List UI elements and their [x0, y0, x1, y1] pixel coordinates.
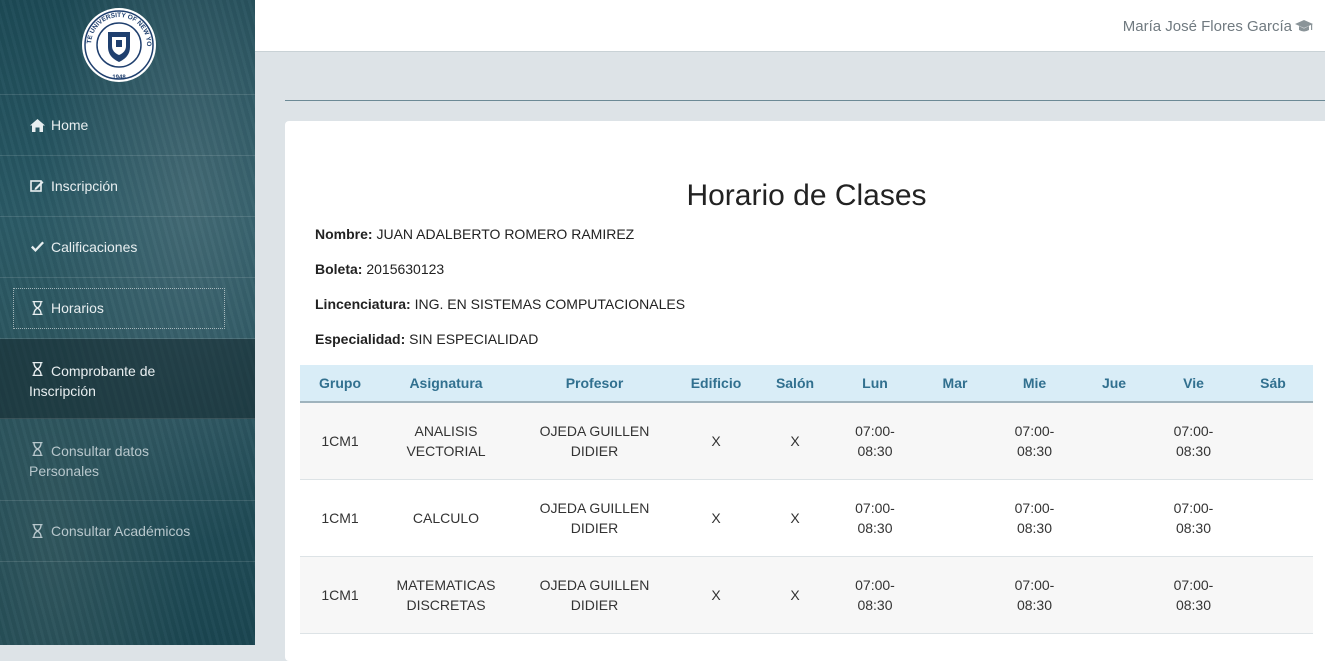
page-title: Horario de Clases — [686, 179, 927, 212]
divider — [285, 100, 1325, 101]
seal-year: 1948 — [112, 75, 126, 81]
sidebar-item-inscripcion[interactable]: Inscripción — [0, 156, 255, 217]
field-nombre: Nombre: JUAN ADALBERTO ROMERO RAMIREZ — [315, 226, 634, 242]
cell-lun: 07:00- 08:30 — [835, 556, 915, 634]
sidebar-item-calificaciones[interactable]: Calificaciones — [0, 217, 255, 278]
column-header: Edificio — [677, 365, 755, 403]
schedule-panel: Horario de Clases Nombre: JUAN ADALBERTO… — [285, 121, 1325, 661]
field-especialidad: Especialidad: SIN ESPECIALIDAD — [315, 331, 538, 347]
sidebar-item-label: Comprobante de — [51, 363, 156, 379]
sidebar-item-comprobante[interactable]: Comprobante de Inscripción — [0, 339, 255, 419]
sidebar-nav: Home Inscripción Calificaciones Horarios — [0, 95, 255, 562]
check-icon — [29, 240, 45, 254]
table-row: 1CM1 MATEMATICAS DISCRETAS OJEDA GUILLEN D… — [300, 556, 1313, 634]
column-header: Jue — [1074, 365, 1154, 403]
table-row: 1CM1 ANALISIS VECTORIAL OJEDA GUILLEN DIDI… — [300, 402, 1313, 480]
cell-mar — [915, 402, 995, 480]
cell-profesor: OJEDA GUILLEN DIDIER — [512, 556, 677, 634]
cell-asignatura: CALCULO — [380, 479, 512, 557]
cell-lun: 07:00- 08:30 — [835, 479, 915, 557]
top-header: María José Flores García — [255, 0, 1325, 52]
sidebar-item-label-line2: Personales — [29, 463, 100, 479]
sidebar-item-label: Home — [51, 117, 89, 133]
table-row: 1CM1 CALCULO OJEDA GUILLEN DIDIER X X 07:… — [300, 479, 1313, 557]
edit-icon — [29, 179, 45, 193]
cell-profesor: OJEDA GUILLEN DIDIER — [512, 402, 677, 480]
column-header: Sáb — [1233, 365, 1313, 403]
cell-jue — [1074, 402, 1154, 480]
cell-lun: 07:00- 08:30 — [835, 402, 915, 480]
sidebar-item-label: Calificaciones — [51, 239, 138, 255]
cell-sab — [1233, 402, 1313, 480]
field-licenciatura: Lincenciatura: ING. EN SISTEMAS COMPUTAC… — [315, 296, 685, 312]
column-header: Mie — [995, 365, 1074, 403]
column-header: Lun — [835, 365, 915, 403]
cell-salon: X — [755, 402, 835, 480]
cell-jue — [1074, 479, 1154, 557]
column-header: Mar — [915, 365, 995, 403]
field-label: Lincenciatura: — [315, 296, 411, 312]
cell-vie: 07:00- 08:30 — [1154, 479, 1233, 557]
cell-salon: X — [755, 479, 835, 557]
field-value: SIN ESPECIALIDAD — [409, 331, 539, 347]
cell-asignatura: ANALISIS VECTORIAL — [380, 402, 512, 480]
field-label: Nombre: — [315, 226, 373, 242]
cell-mie: 07:00- 08:30 — [995, 556, 1074, 634]
schedule-table: Grupo Asignatura Profesor Edificio Salón… — [300, 365, 1313, 634]
sidebar-item-horarios[interactable]: Horarios — [0, 278, 255, 339]
field-boleta: Boleta: 2015630123 — [315, 261, 444, 277]
cell-salon: X — [755, 556, 835, 634]
sidebar-item-label: Consultar Académicos — [51, 523, 191, 539]
field-value: JUAN ADALBERTO ROMERO RAMIREZ — [376, 226, 635, 242]
cell-sab — [1233, 479, 1313, 557]
sidebar-item-home[interactable]: Home — [0, 95, 255, 156]
cell-grupo: 1CM1 — [300, 402, 380, 480]
hourglass-icon — [29, 524, 45, 538]
logo-area: STATE UNIVERSITY OF NEW YORK 1948 — [0, 0, 255, 95]
field-value: ING. EN SISTEMAS COMPUTACIONALES — [414, 296, 686, 312]
sidebar-item-label-line2: Inscripción — [29, 383, 96, 399]
cell-edificio: X — [677, 556, 755, 634]
sidebar-item-datos-personales[interactable]: Consultar datos Personales — [0, 419, 255, 501]
cell-mar — [915, 556, 995, 634]
cell-sab — [1233, 556, 1313, 634]
field-label: Boleta: — [315, 261, 363, 277]
cell-edificio: X — [677, 402, 755, 480]
user-name[interactable]: María José Flores García — [1123, 18, 1292, 35]
column-header: Asignatura — [380, 365, 512, 403]
table-header-row: Grupo Asignatura Profesor Edificio Salón… — [300, 365, 1313, 403]
column-header: Vie — [1154, 365, 1233, 403]
hourglass-icon — [29, 362, 45, 376]
cell-mie: 07:00- 08:30 — [995, 402, 1074, 480]
cell-grupo: 1CM1 — [300, 556, 380, 634]
sidebar-item-label: Consultar datos — [51, 443, 150, 459]
cell-vie: 07:00- 08:30 — [1154, 556, 1233, 634]
cell-asignatura: MATEMATICAS DISCRETAS — [380, 556, 512, 634]
sidebar-item-academicos[interactable]: Consultar Académicos — [0, 501, 255, 562]
graduation-cap-icon — [1295, 20, 1313, 32]
university-seal-logo: STATE UNIVERSITY OF NEW YORK 1948 — [81, 7, 156, 82]
column-header: Salón — [755, 365, 835, 403]
cell-mar — [915, 479, 995, 557]
cell-vie: 07:00- 08:30 — [1154, 402, 1233, 480]
home-icon — [29, 118, 45, 132]
cell-edificio: X — [677, 479, 755, 557]
cell-mie: 07:00- 08:30 — [995, 479, 1074, 557]
sidebar: STATE UNIVERSITY OF NEW YORK 1948 Home I… — [0, 0, 255, 645]
column-header: Grupo — [300, 365, 380, 403]
cell-grupo: 1CM1 — [300, 479, 380, 557]
hourglass-icon — [29, 442, 45, 456]
cell-profesor: OJEDA GUILLEN DIDIER — [512, 479, 677, 557]
focus-outline — [13, 288, 225, 329]
field-label: Especialidad: — [315, 331, 406, 347]
cell-jue — [1074, 556, 1154, 634]
column-header: Profesor — [512, 365, 677, 403]
sidebar-item-label: Inscripción — [51, 178, 118, 194]
field-value: 2015630123 — [366, 261, 445, 277]
